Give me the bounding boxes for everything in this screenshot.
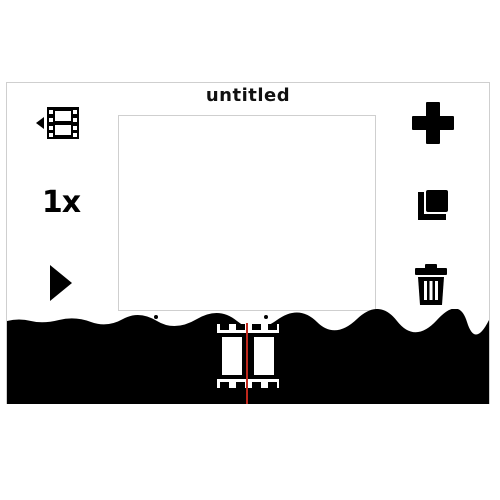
- frames-button[interactable]: [35, 99, 83, 147]
- timeline[interactable]: [7, 309, 489, 404]
- speed-label: 1x: [41, 184, 81, 220]
- play-icon: [50, 265, 72, 301]
- drawing-canvas[interactable]: [118, 115, 376, 311]
- animation-app: untitled 1x: [6, 82, 490, 404]
- playhead[interactable]: [246, 323, 248, 404]
- plus-icon: [412, 102, 454, 144]
- speed-button[interactable]: 1x: [37, 178, 85, 226]
- film-frame-thumbnail-icon: [217, 324, 279, 388]
- add-frame-button[interactable]: [409, 99, 457, 147]
- duplicate-frame-button[interactable]: [409, 181, 457, 229]
- delete-frame-button[interactable]: [407, 261, 455, 309]
- play-button[interactable]: [37, 259, 85, 307]
- duplicate-frame-icon: [418, 190, 448, 220]
- trash-icon: [415, 264, 447, 305]
- film-frames-icon: [36, 107, 79, 139]
- timeline-frame[interactable]: [217, 324, 279, 388]
